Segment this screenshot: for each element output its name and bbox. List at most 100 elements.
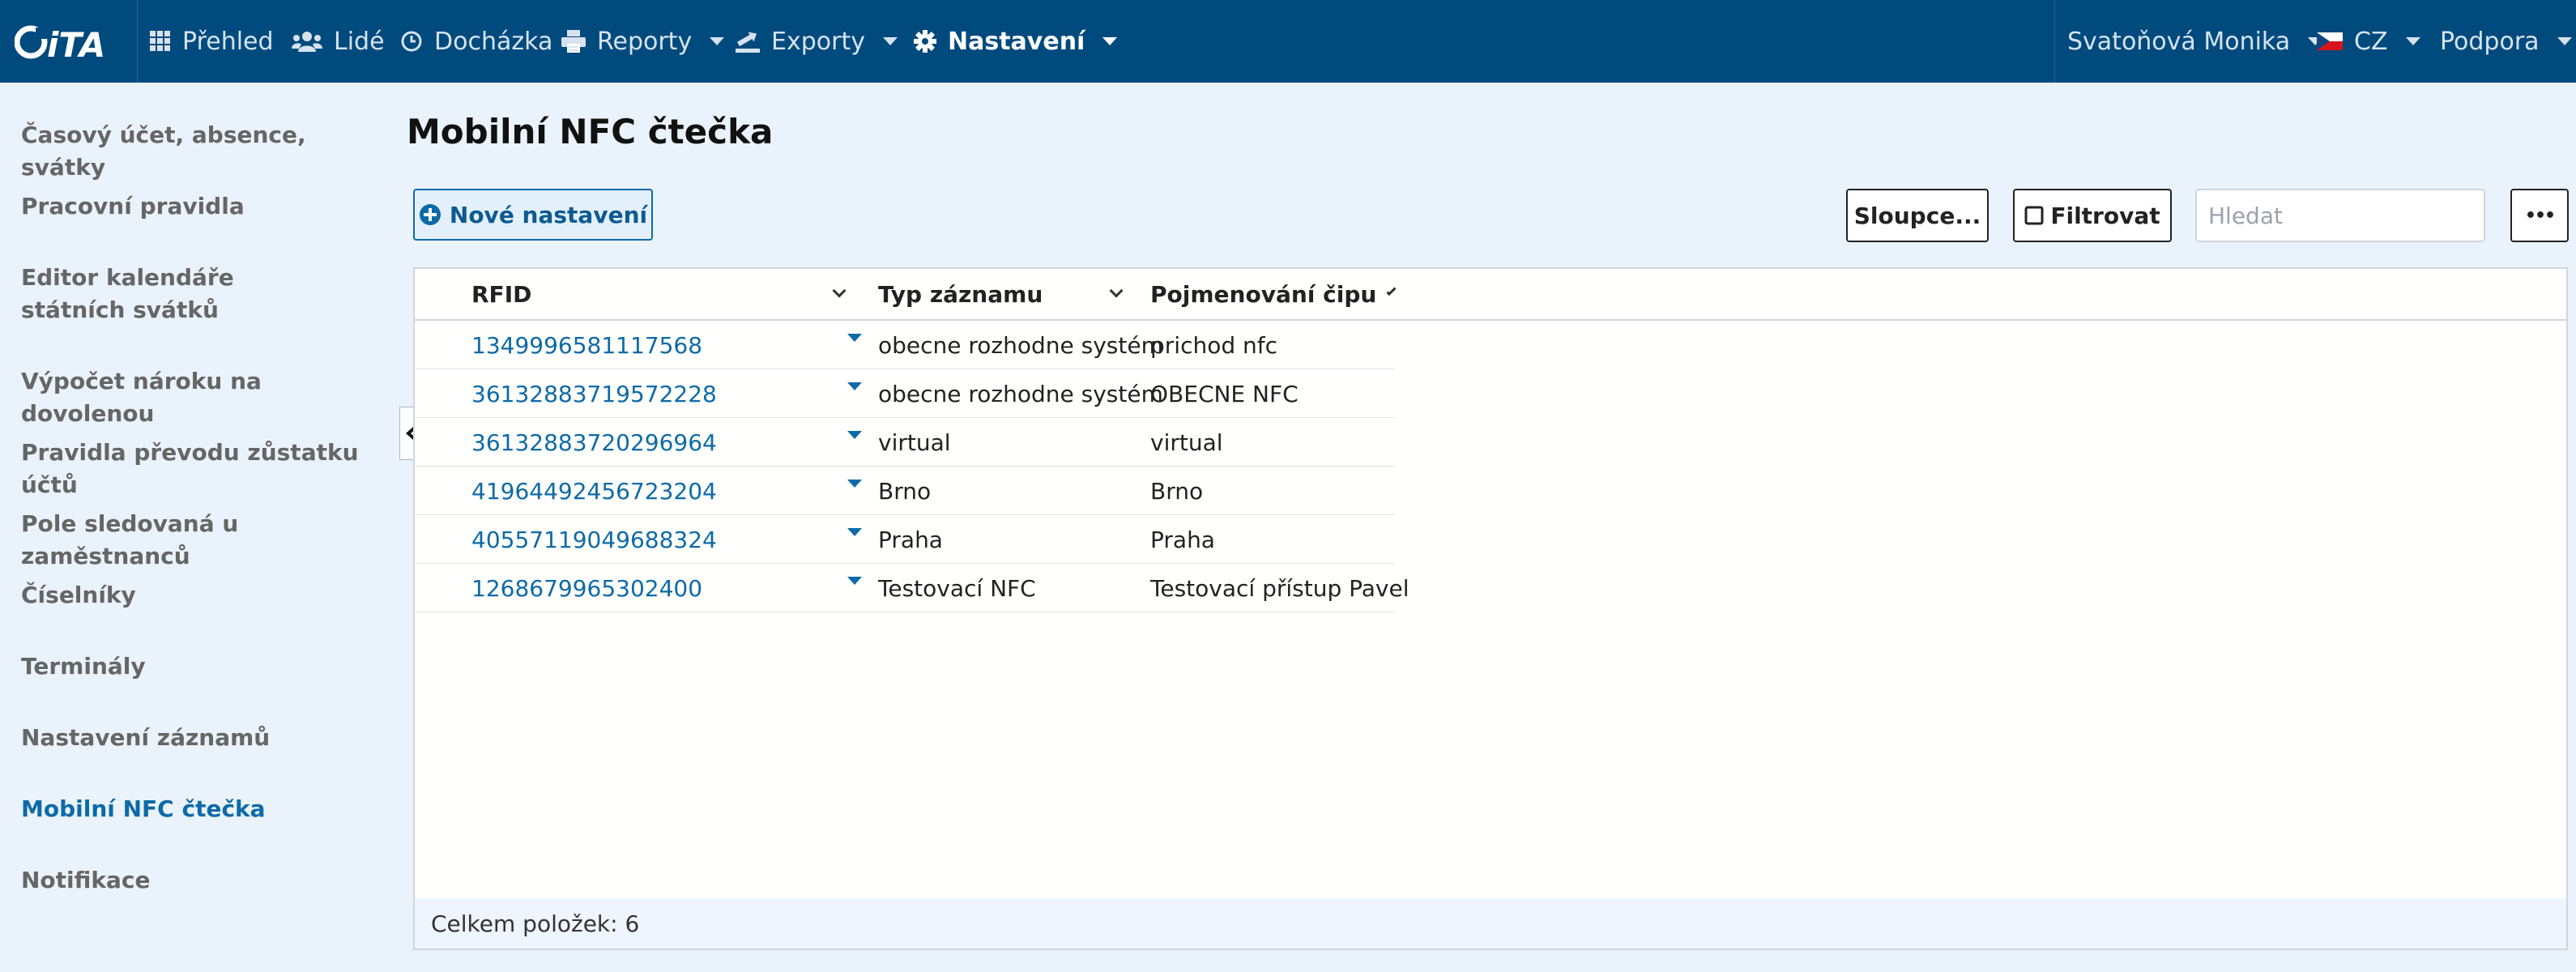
caret-down-icon[interactable] xyxy=(847,577,862,585)
sidebar-item-mobilni-nfc[interactable]: Mobilní NFC čtečka xyxy=(21,793,386,825)
top-navbar: iTA Přehled Lidé Docházka Reporty Export… xyxy=(0,0,2576,83)
filter-button[interactable]: Filtrovat xyxy=(2013,189,2172,242)
print-icon xyxy=(561,30,586,53)
nav-dochazka[interactable]: Docházka xyxy=(400,0,552,83)
nazev-cell: OBECNE NFC xyxy=(1150,380,1299,407)
user-menu[interactable]: Svatoňová Monika xyxy=(2067,0,2323,83)
new-setting-button[interactable]: Nové nastavení xyxy=(413,189,653,241)
more-options-icon: ••• xyxy=(2524,205,2556,226)
typ-cell: obecne rozhodne systém xyxy=(878,331,1163,359)
chevron-down-icon xyxy=(1102,37,1118,45)
nav-divider xyxy=(2054,0,2055,83)
nav-reporty[interactable]: Reporty xyxy=(561,0,725,83)
typ-cell: obecne rozhodne systém xyxy=(878,380,1163,407)
nav-exporty[interactable]: Exporty xyxy=(736,0,898,83)
column-header-label: Pojmenování čipu xyxy=(1150,280,1377,308)
nav-lide-label: Lidé xyxy=(334,27,385,56)
sidebar-item-pracovni-pravidla[interactable]: Pracovní pravidla xyxy=(21,190,386,223)
ita-logo-icon: iTA xyxy=(15,25,105,60)
sidebar-item-pole-sledovana[interactable]: Pole sledovaná u zaměstnanců xyxy=(21,508,386,573)
chevron-down-icon[interactable] xyxy=(832,284,847,298)
nav-prehled[interactable]: Přehled xyxy=(150,0,274,83)
sidebar-item-pravidla-prevodu[interactable]: Pravidla převodu zůstatku účtů xyxy=(21,437,386,501)
column-header-label: RFID xyxy=(471,280,532,308)
language-menu[interactable]: CZ xyxy=(2317,0,2420,83)
nazev-cell: prichod nfc xyxy=(1150,331,1278,359)
logo[interactable]: iTA xyxy=(0,0,138,83)
rfid-cell[interactable]: 40557119049688324 xyxy=(471,515,717,564)
chevron-down-icon[interactable] xyxy=(1109,284,1124,298)
total-count: Celkem položek: 6 xyxy=(431,910,640,937)
page-title: Mobilní NFC čtečka xyxy=(407,112,774,151)
chevron-down-icon xyxy=(2557,37,2572,45)
nazev-cell: virtual xyxy=(1150,428,1223,456)
table-row[interactable]: 1349996581117568 obecne rozhodne systém … xyxy=(415,321,1395,369)
sidebar-item-vypocet-naroku[interactable]: Výpočet nároku na dovolenou xyxy=(21,365,386,430)
column-header-label: Typ záznamu xyxy=(878,280,1043,308)
table-header: RFID Typ záznamu Pojmenování čipu xyxy=(415,269,2566,321)
search-input[interactable] xyxy=(2195,189,2485,242)
nav-exporty-label: Exporty xyxy=(771,27,865,56)
table-footer: Celkem položek: 6 xyxy=(415,898,2566,949)
typ-cell: Praha xyxy=(878,526,943,553)
chevron-down-icon xyxy=(710,37,725,45)
gear-icon xyxy=(914,30,936,53)
nazev-cell: Brno xyxy=(1150,477,1204,505)
rfid-cell[interactable]: 41964492456723204 xyxy=(471,467,717,515)
more-options-button[interactable]: ••• xyxy=(2510,189,2569,242)
clock-icon xyxy=(401,31,422,52)
settings-sidebar: Časový účet, absence, svátky Pracovní pr… xyxy=(0,83,397,972)
checkbox-icon xyxy=(2024,206,2044,225)
users-icon xyxy=(292,32,322,52)
support-menu[interactable]: Podpora xyxy=(2440,0,2572,83)
caret-down-icon[interactable] xyxy=(847,480,862,488)
plus-circle-icon xyxy=(419,204,441,225)
typ-cell: Brno xyxy=(878,477,932,505)
caret-down-icon[interactable] xyxy=(847,528,862,536)
language-label: CZ xyxy=(2354,27,2388,56)
column-header-rfid[interactable]: RFID xyxy=(471,269,847,319)
export-icon xyxy=(736,32,760,53)
caret-down-icon[interactable] xyxy=(847,431,862,439)
user-name: Svatoňová Monika xyxy=(2067,27,2291,56)
nazev-cell: Testovací přístup Pavel xyxy=(1150,574,1410,602)
columns-label: Sloupce... xyxy=(1853,202,1981,229)
column-header-nazev[interactable]: Pojmenování čipu xyxy=(1150,269,1397,319)
nav-nastaveni-label: Nastavení xyxy=(948,27,1085,56)
rfid-cell[interactable]: 36132883719572228 xyxy=(471,369,717,418)
table-row[interactable]: 36132883720296964 virtual virtual xyxy=(415,418,1395,467)
typ-cell: Testovací NFC xyxy=(878,574,1036,602)
chevron-down-icon xyxy=(2405,37,2420,45)
nav-prehled-label: Přehled xyxy=(182,27,274,56)
table-row[interactable]: 1268679965302400 Testovací NFC Testovací… xyxy=(415,564,1409,612)
sidebar-item-editor-kalendare[interactable]: Editor kalendáře státních svátků xyxy=(21,262,345,326)
table-row[interactable]: 40557119049688324 Praha Praha xyxy=(415,515,1395,564)
sidebar-item-notifikace[interactable]: Notifikace xyxy=(21,864,386,897)
sidebar-item-ciselniky[interactable]: Číselníky xyxy=(21,579,386,612)
grid-icon xyxy=(150,31,170,51)
sidebar-item-casovy-ucet[interactable]: Časový účet, absence, svátky xyxy=(21,119,386,184)
columns-button[interactable]: Sloupce... xyxy=(1846,189,1989,242)
new-setting-label: Nové nastavení xyxy=(449,201,648,228)
caret-down-icon[interactable] xyxy=(847,382,862,390)
rfid-cell[interactable]: 1349996581117568 xyxy=(471,321,702,369)
sidebar-item-nastaveni-zaznamu[interactable]: Nastavení záznamů xyxy=(21,722,386,754)
svg-text:iTA: iTA xyxy=(47,25,105,60)
nav-nastaveni[interactable]: Nastavení xyxy=(914,0,1118,83)
typ-cell: virtual xyxy=(878,428,951,456)
support-label: Podpora xyxy=(2440,27,2540,56)
table-row[interactable]: 41964492456723204 Brno Brno xyxy=(415,467,1395,515)
czech-flag-icon xyxy=(2317,32,2343,50)
filter-label: Filtrovat xyxy=(2050,202,2160,229)
nazev-cell: Praha xyxy=(1150,526,1215,553)
rfid-cell[interactable]: 1268679965302400 xyxy=(471,564,702,612)
nfc-table: RFID Typ záznamu Pojmenování čipu 134999… xyxy=(413,267,2568,950)
rfid-cell[interactable]: 36132883720296964 xyxy=(471,418,717,467)
column-header-typ[interactable]: Typ záznamu xyxy=(878,269,1124,319)
sidebar-item-terminaly[interactable]: Terminály xyxy=(21,650,386,683)
table-row[interactable]: 36132883719572228 obecne rozhodne systém… xyxy=(415,369,1395,418)
caret-down-icon[interactable] xyxy=(847,334,862,342)
nav-dochazka-label: Docházka xyxy=(434,27,553,56)
nav-lide[interactable]: Lidé xyxy=(292,0,385,83)
chevron-down-icon[interactable] xyxy=(1386,286,1397,296)
